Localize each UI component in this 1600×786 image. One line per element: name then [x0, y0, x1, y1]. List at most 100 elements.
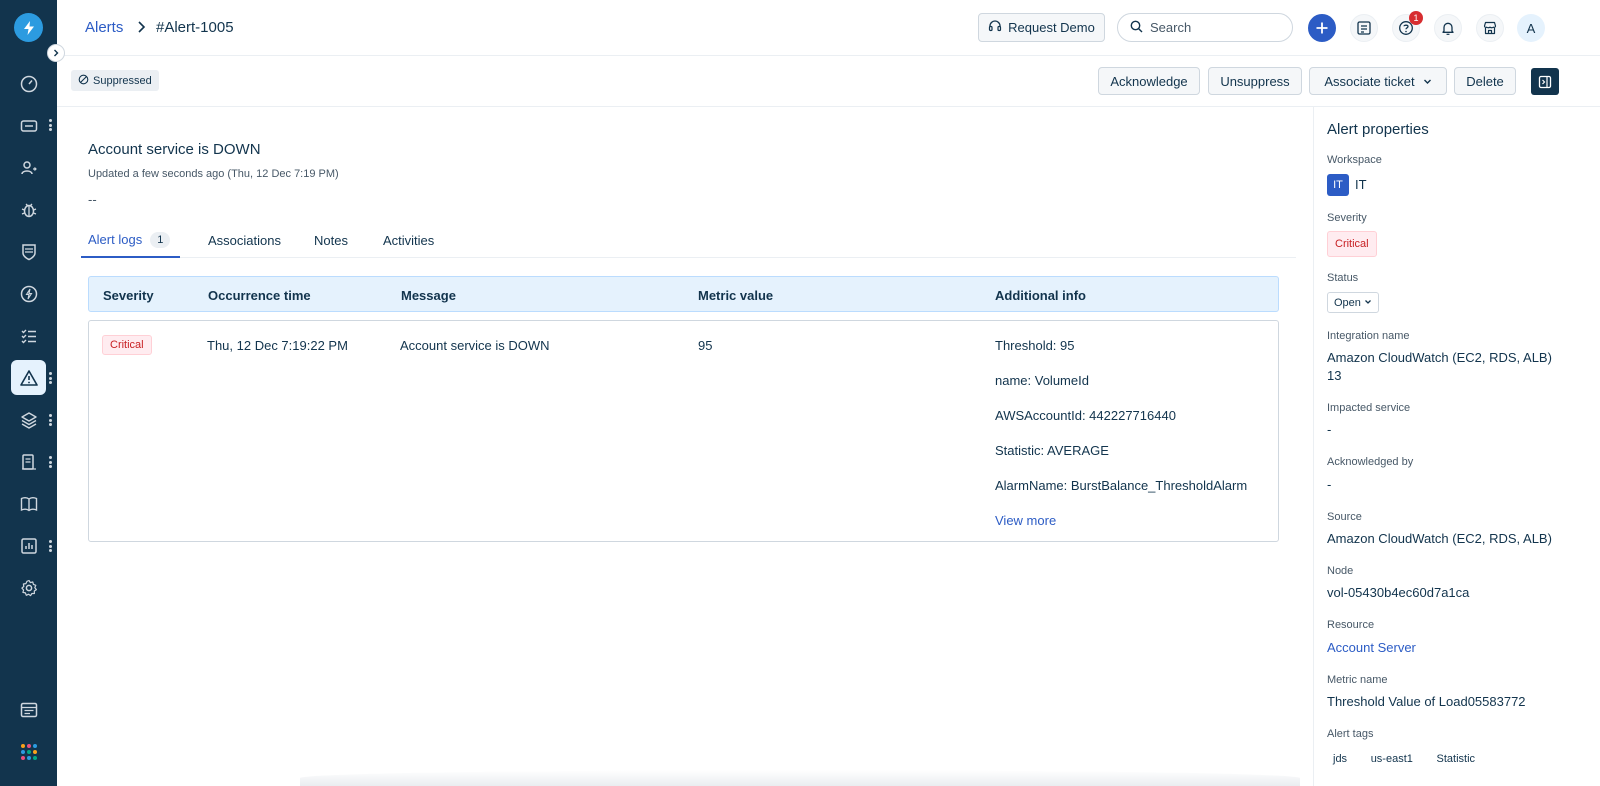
nav-alerts-more-icon[interactable] [48, 372, 52, 384]
column-header-message: Message [401, 288, 456, 303]
alert-tags-list: jds us-east1 Statistic [1327, 748, 1587, 770]
row-metric-value: 95 [698, 338, 713, 353]
search-input[interactable] [1150, 20, 1280, 35]
alert-action-bar: Suppressed Acknowledge Unsuppress Associ… [57, 56, 1600, 107]
status-dropdown[interactable]: Open [1327, 292, 1379, 313]
info-statistic: Statistic: AVERAGE [995, 443, 1109, 458]
nav-catalog-icon[interactable] [11, 692, 46, 727]
view-more-link[interactable]: View more [995, 513, 1056, 528]
source-label: Source [1327, 511, 1362, 523]
nav-changes-shield-icon[interactable] [11, 234, 46, 269]
breadcrumb-alerts-link[interactable]: Alerts [85, 19, 123, 36]
nav-alerts-warning-icon[interactable] [11, 360, 46, 395]
alert-updated-time: Updated a few seconds ago (Thu, 12 Dec 7… [88, 168, 339, 180]
tab-associations-label: Associations [208, 233, 281, 248]
app-logo-bolt-icon[interactable] [14, 13, 43, 42]
nav-reports-more-icon[interactable] [48, 540, 52, 552]
nav-tickets-icon[interactable] [11, 108, 46, 143]
node-label: Node [1327, 565, 1354, 577]
nav-reports-chart-icon[interactable] [11, 528, 46, 563]
workspace-badge: IT [1327, 174, 1349, 196]
unsuppress-button[interactable]: Unsuppress [1208, 67, 1302, 95]
severity-value: Critical [1327, 231, 1587, 257]
help-question-icon[interactable]: 1 [1392, 11, 1423, 42]
service-catalog-icon[interactable] [1350, 14, 1378, 42]
tab-activities[interactable]: Activities [383, 223, 434, 258]
nav-contracts-icon[interactable] [11, 444, 46, 479]
tab-alert-logs-label: Alert logs [88, 232, 143, 247]
marketplace-store-icon[interactable] [1476, 14, 1504, 42]
alert-tag: jds [1333, 753, 1348, 765]
metric-name-label: Metric name [1327, 674, 1388, 686]
request-demo-button[interactable]: Request Demo [978, 13, 1105, 42]
alert-tag: Statistic [1436, 753, 1476, 765]
nav-app-switcher-grid-icon[interactable] [11, 734, 46, 769]
properties-title: Alert properties [1327, 121, 1429, 138]
column-header-occurrence-time: Occurrence time [208, 288, 311, 303]
alert-title: Account service is DOWN [88, 141, 261, 158]
acknowledged-by-label: Acknowledged by [1327, 456, 1414, 468]
associate-ticket-label: Associate ticket [1324, 73, 1415, 89]
resource-label: Resource [1327, 619, 1375, 631]
user-avatar[interactable]: A [1517, 14, 1545, 42]
nav-solutions-book-icon[interactable] [11, 486, 46, 521]
acknowledged-by-value: - [1327, 477, 1332, 492]
toggle-properties-panel-icon[interactable] [1531, 68, 1559, 95]
nav-releases-bolt-icon[interactable] [11, 276, 46, 311]
bottom-scroll-shadow [300, 770, 1300, 786]
resource-link[interactable]: Account Server [1327, 639, 1587, 657]
row-severity-cell: Critical [102, 335, 152, 355]
request-demo-label: Request Demo [1008, 20, 1095, 35]
info-name: name: VolumeId [995, 373, 1089, 388]
tab-alert-logs[interactable]: Alert logs 1 [81, 223, 180, 258]
expand-nav-button[interactable] [47, 44, 65, 62]
tab-activities-label: Activities [383, 233, 435, 248]
nav-assets-layers-icon[interactable] [11, 402, 46, 437]
status-label: Status [1327, 272, 1359, 284]
column-header-metric-value: Metric value [698, 288, 774, 303]
top-bar: Alerts #Alert-1005 Request Demo 1 A [57, 0, 1600, 56]
alert-log-table-header: Severity Occurrence time Message Metric … [88, 276, 1279, 312]
suppressed-circle-slash-icon [78, 74, 89, 88]
nav-tasks-checklist-icon[interactable] [11, 318, 46, 353]
node-value: vol-05430b4ec60d7a1ca [1327, 585, 1470, 600]
breadcrumb-chevron-right-icon [136, 20, 146, 37]
impacted-service-value: - [1327, 422, 1332, 437]
alert-detail-main: Account service is DOWN Updated a few se… [57, 107, 1313, 786]
severity-badge-critical: Critical [1327, 231, 1377, 257]
help-badge-count: 1 [1409, 11, 1423, 25]
nav-dashboard-icon[interactable] [11, 66, 46, 101]
tab-associations[interactable]: Associations [208, 223, 281, 258]
tab-notes[interactable]: Notes [314, 223, 348, 258]
source-value: Amazon CloudWatch (EC2, RDS, ALB) [1327, 531, 1552, 546]
nav-problems-bug-icon[interactable] [11, 192, 46, 227]
left-nav-rail [0, 0, 65, 786]
nav-contacts-icon[interactable] [11, 150, 46, 185]
alert-properties-panel: Alert properties Workspace IT IT Severit… [1313, 107, 1600, 786]
workspace-value: IT IT [1327, 174, 1587, 196]
row-occurrence-time: Thu, 12 Dec 7:19:22 PM [207, 338, 348, 353]
acknowledge-button[interactable]: Acknowledge [1098, 67, 1200, 95]
global-search[interactable] [1117, 13, 1293, 42]
nav-assets-more-icon[interactable] [48, 414, 52, 426]
delete-button[interactable]: Delete [1454, 67, 1516, 95]
notifications-bell-icon[interactable] [1434, 14, 1462, 42]
column-header-additional-info: Additional info [995, 288, 1086, 303]
alert-description: -- [88, 192, 97, 207]
status-selected-value: Open [1334, 296, 1361, 309]
info-aws-account-id: AWSAccountId: 442227716440 [995, 408, 1176, 423]
row-additional-info: Threshold: 95 name: VolumeId AWSAccountI… [995, 338, 1247, 528]
headset-icon [988, 19, 1002, 36]
workspace-name: IT [1355, 177, 1367, 192]
nav-tickets-more-icon[interactable] [48, 119, 52, 131]
severity-badge-critical: Critical [102, 335, 152, 355]
associate-ticket-dropdown[interactable]: Associate ticket [1309, 67, 1447, 95]
create-new-plus-button[interactable] [1308, 14, 1336, 42]
alert-tabs: Alert logs 1 Associations Notes Activiti… [81, 223, 1296, 258]
breadcrumb-current-alert: #Alert-1005 [156, 19, 234, 36]
nav-contracts-more-icon[interactable] [48, 456, 52, 468]
status-badge-suppressed: Suppressed [71, 70, 159, 91]
nav-admin-gear-icon[interactable] [11, 570, 46, 605]
workspace-label: Workspace [1327, 154, 1382, 166]
metric-name-value: Threshold Value of Load05583772 [1327, 694, 1526, 709]
